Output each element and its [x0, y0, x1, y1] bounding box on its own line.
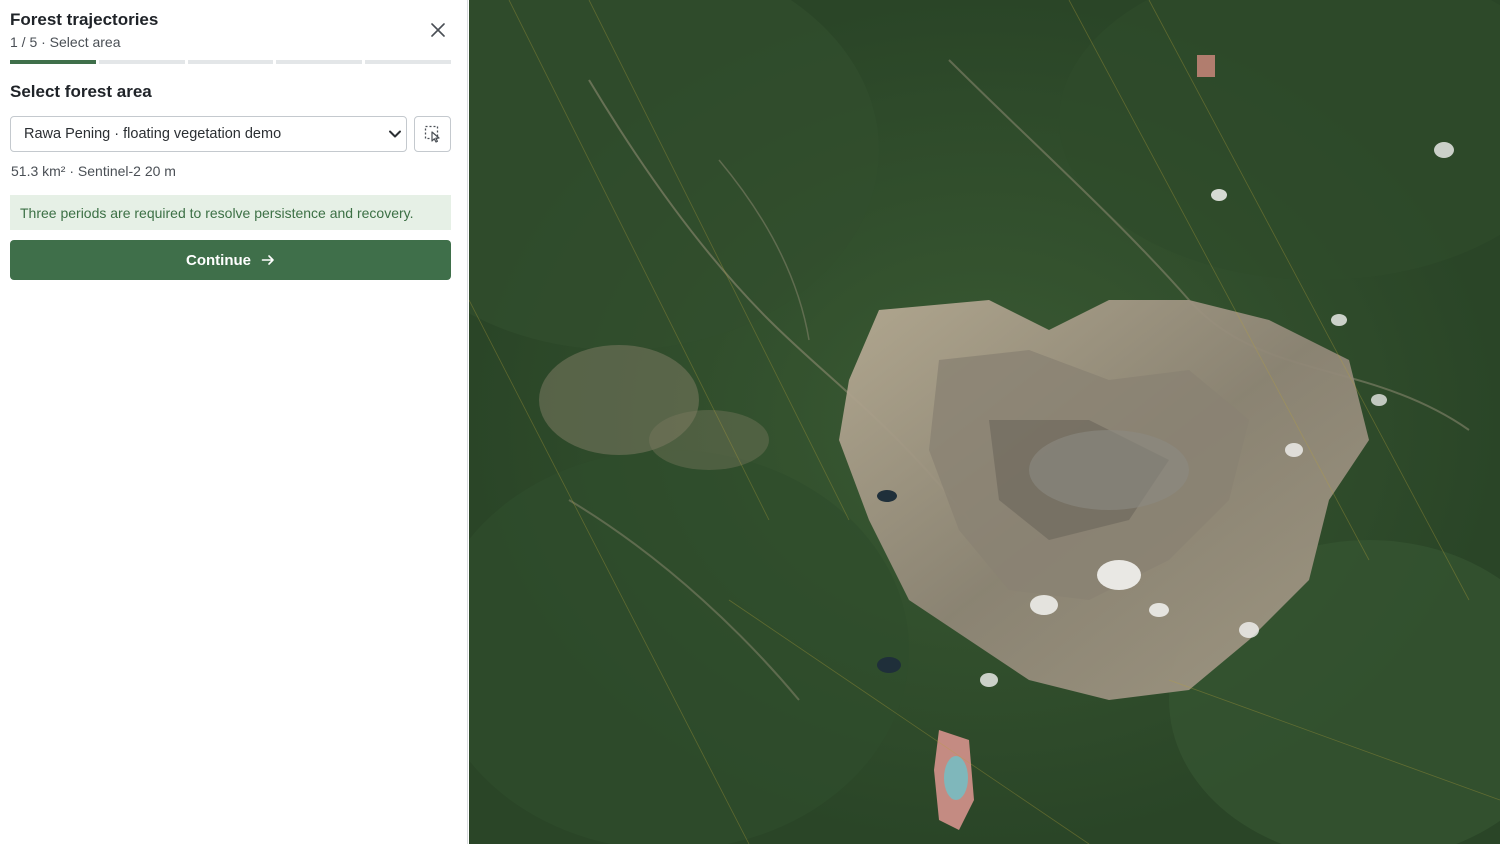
progress-step-2 [98, 60, 185, 64]
side-panel: Forest trajectories 1 / 5 · Select area … [0, 0, 468, 844]
panel-header: Forest trajectories 1 / 5 · Select area [0, 0, 468, 60]
close-icon [431, 23, 445, 37]
chevron-down-icon [389, 130, 401, 138]
forest-area-select-value: Rawa Pening · floating vegetation demo [24, 126, 282, 142]
arrow-right-icon [261, 255, 274, 265]
progress-step-4 [276, 60, 363, 64]
satellite-map[interactable] [469, 0, 1500, 844]
draw-area-button[interactable] [414, 116, 451, 152]
panel-title: Forest trajectories [10, 10, 159, 29]
info-notice: Three periods are required to resolve pe… [10, 195, 451, 230]
info-notice-text: Three periods are required to resolve pe… [20, 204, 414, 221]
area-metadata: 51.3 km² · Sentinel-2 20 m [11, 163, 176, 179]
close-button[interactable] [426, 18, 450, 42]
progress-step-1 [10, 60, 96, 64]
forest-area-select[interactable]: Rawa Pening · floating vegetation demo [10, 116, 407, 152]
section-title: Select forest area [10, 82, 152, 101]
progress-step-5 [365, 60, 451, 64]
step-indicator: 1 / 5 · Select area [10, 34, 121, 50]
select-area-cursor-icon [424, 125, 440, 143]
continue-button[interactable]: Continue [10, 240, 451, 280]
step-progress-bar [10, 60, 451, 64]
progress-step-3 [187, 60, 274, 64]
continue-button-label: Continue [186, 251, 251, 269]
satellite-imagery [469, 0, 1500, 844]
